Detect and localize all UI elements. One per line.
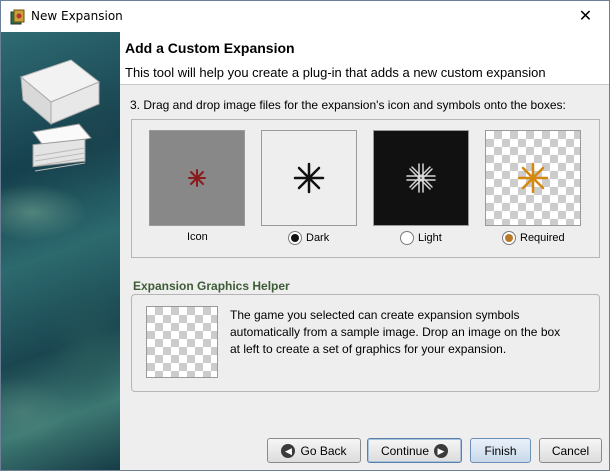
continue-label: Continue [380, 443, 430, 458]
light-option[interactable]: Light [400, 231, 442, 245]
asterisk-icon [517, 162, 549, 194]
close-button[interactable]: ✕ [563, 1, 608, 31]
go-back-button[interactable]: ◀ Go Back [267, 438, 361, 463]
icon-drop-box[interactable] [149, 130, 245, 226]
light-radio[interactable] [400, 231, 414, 245]
helper-description: The game you selected can create expansi… [230, 308, 561, 356]
dark-radio[interactable] [288, 231, 302, 245]
required-option[interactable]: Required [502, 231, 565, 245]
wizard-header: Add a Custom Expansion This tool will he… [120, 32, 609, 85]
app-icon [10, 9, 25, 25]
asterisk-icon [188, 169, 206, 187]
dark-option[interactable]: Dark [288, 231, 329, 245]
continue-button[interactable]: Continue ▶ [367, 438, 462, 463]
go-back-label: Go Back [300, 443, 347, 458]
icon-caption: Icon [187, 231, 208, 243]
asterisk-icon [293, 162, 325, 194]
new-expansion-dialog: New Expansion ✕ Add a Custom Expansion T… [0, 0, 610, 471]
cancel-label: Cancel [551, 443, 590, 458]
icon-label: Icon [187, 231, 208, 243]
graphics-helper-panel: The game you selected can create expansi… [131, 294, 600, 392]
symbols-panel: Icon Dark Light Required [131, 119, 600, 258]
light-symbol-drop-box[interactable] [373, 130, 469, 226]
page-description: This tool will help you create a plug-in… [125, 65, 546, 80]
required-symbol-drop-box[interactable] [485, 130, 581, 226]
close-icon: ✕ [578, 6, 593, 25]
sample-image-drop-box[interactable] [146, 306, 218, 378]
finish-label: Finish [484, 443, 517, 458]
wizard-side-image [1, 32, 120, 470]
cancel-button[interactable]: Cancel [539, 438, 602, 463]
dark-label: Dark [306, 232, 330, 244]
card-boxes-illustration [19, 59, 100, 172]
finish-button[interactable]: Finish [470, 438, 531, 463]
title-bar: New Expansion ✕ [1, 1, 609, 32]
arrow-right-icon: ▶ [434, 443, 449, 458]
dark-symbol-drop-box[interactable] [261, 130, 357, 226]
page-title: Add a Custom Expansion [125, 40, 295, 56]
light-label: Light [418, 232, 442, 244]
helper-section-title: Expansion Graphics Helper [133, 279, 290, 293]
asterisk-icon [406, 163, 436, 193]
arrow-left-icon: ◀ [281, 443, 296, 458]
required-label: Required [520, 232, 565, 244]
required-radio[interactable] [502, 231, 516, 245]
wizard-content: Add a Custom Expansion This tool will he… [120, 32, 609, 470]
step-instruction: 3. Drag and drop image files for the exp… [130, 98, 566, 112]
window-title: New Expansion [31, 9, 123, 23]
